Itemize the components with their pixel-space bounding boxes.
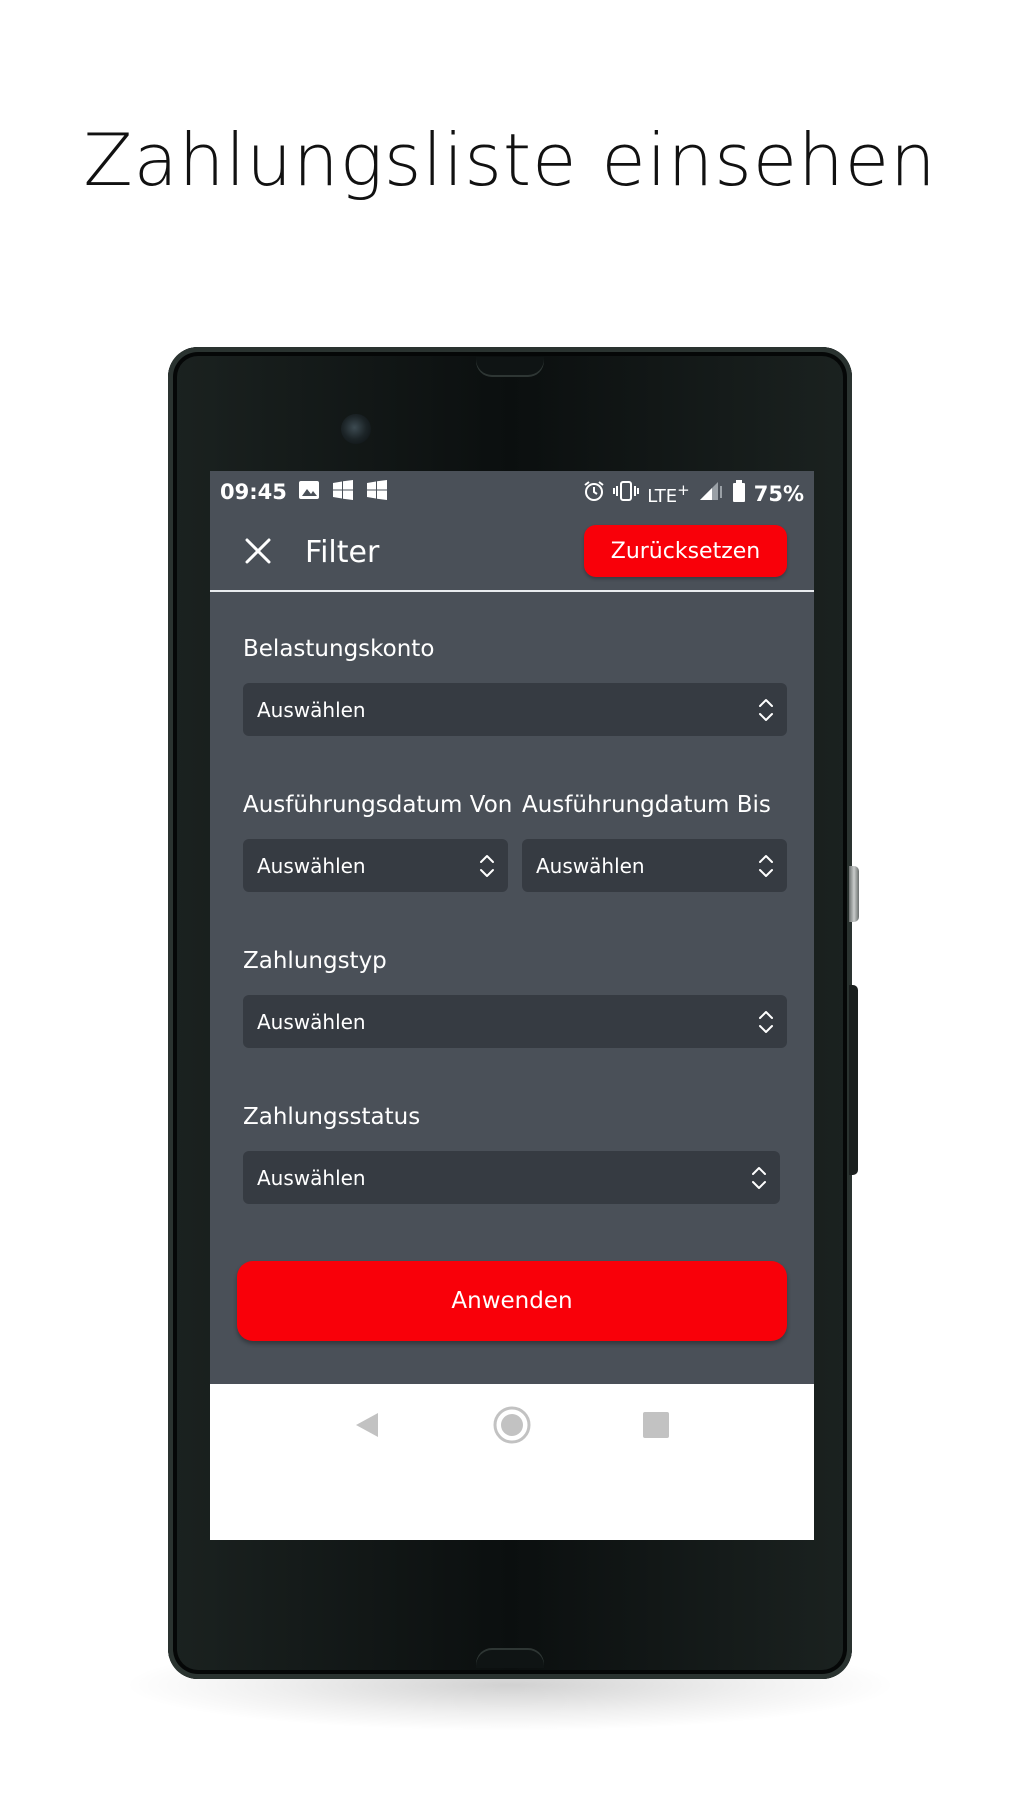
chevron-up-down-icon <box>759 699 773 721</box>
windows-icon <box>332 480 354 500</box>
signal-icon <box>698 480 724 507</box>
phone-screen: 09:45 LTE+ 75% Filter Zurücksetzen Belas… <box>210 471 814 1540</box>
apply-button[interactable]: Anwenden <box>237 1261 787 1341</box>
battery-percentage: 75% <box>753 481 804 506</box>
chevron-up-down-icon <box>480 855 494 877</box>
phone-side-button <box>849 985 858 1175</box>
payment-type-label: Zahlungstyp <box>243 948 387 974</box>
phone-volume-button <box>849 866 859 922</box>
windows-icon <box>366 480 388 500</box>
network-type: LTE+ <box>647 481 690 507</box>
status-notification-icons <box>298 480 388 500</box>
chevron-up-down-icon <box>759 1011 773 1033</box>
status-bar: 09:45 LTE+ 75% <box>210 471 814 513</box>
phone-top-speaker <box>476 357 544 377</box>
debit-account-label: Belastungskonto <box>243 636 435 662</box>
close-button[interactable] <box>240 533 276 569</box>
execution-date-to-label: Ausführungdatum Bis <box>522 792 771 818</box>
execution-date-from-value: Auswählen <box>257 853 366 878</box>
payment-status-label: Zahlungsstatus <box>243 1104 421 1130</box>
recent-apps-icon[interactable] <box>643 1412 669 1438</box>
page-title: Filter <box>305 535 380 570</box>
payment-type-select[interactable]: Auswählen <box>243 995 787 1048</box>
status-system-icons: LTE+ 75% <box>583 480 804 507</box>
chevron-up-down-icon <box>759 855 773 877</box>
home-icon[interactable] <box>493 1406 531 1444</box>
execution-date-to-value: Auswählen <box>536 853 645 878</box>
filter-app-bar: Filter Zurücksetzen <box>210 513 814 592</box>
chevron-up-down-icon <box>752 1167 766 1189</box>
back-icon[interactable] <box>352 1410 382 1440</box>
execution-date-from-select[interactable]: Auswählen <box>243 839 508 892</box>
network-type-label: LTE <box>647 485 678 507</box>
image-icon <box>298 480 320 500</box>
alarm-icon <box>583 480 605 507</box>
close-icon <box>245 538 271 564</box>
navigation-bar <box>210 1384 814 1540</box>
promo-screenshot: Zahlungsliste einsehen 09:45 LTE+ 75% Fi… <box>0 0 1020 1813</box>
debit-account-select[interactable]: Auswählen <box>243 683 787 736</box>
promo-headline: Zahlungsliste einsehen <box>83 118 937 202</box>
network-type-suffix: + <box>677 480 690 499</box>
phone-bottom-speaker <box>476 1648 544 1668</box>
reset-button[interactable]: Zurücksetzen <box>584 525 787 577</box>
debit-account-value: Auswählen <box>257 697 366 722</box>
vibrate-icon <box>613 480 640 507</box>
execution-date-to-select[interactable]: Auswählen <box>522 839 787 892</box>
payment-status-select[interactable]: Auswählen <box>243 1151 780 1204</box>
payment-type-value: Auswählen <box>257 1009 366 1034</box>
status-time: 09:45 <box>220 480 287 504</box>
payment-status-value: Auswählen <box>257 1165 366 1190</box>
battery-icon <box>732 480 746 507</box>
phone-front-camera <box>341 414 371 444</box>
execution-date-from-label: Ausführungsdatum Von <box>243 792 513 818</box>
